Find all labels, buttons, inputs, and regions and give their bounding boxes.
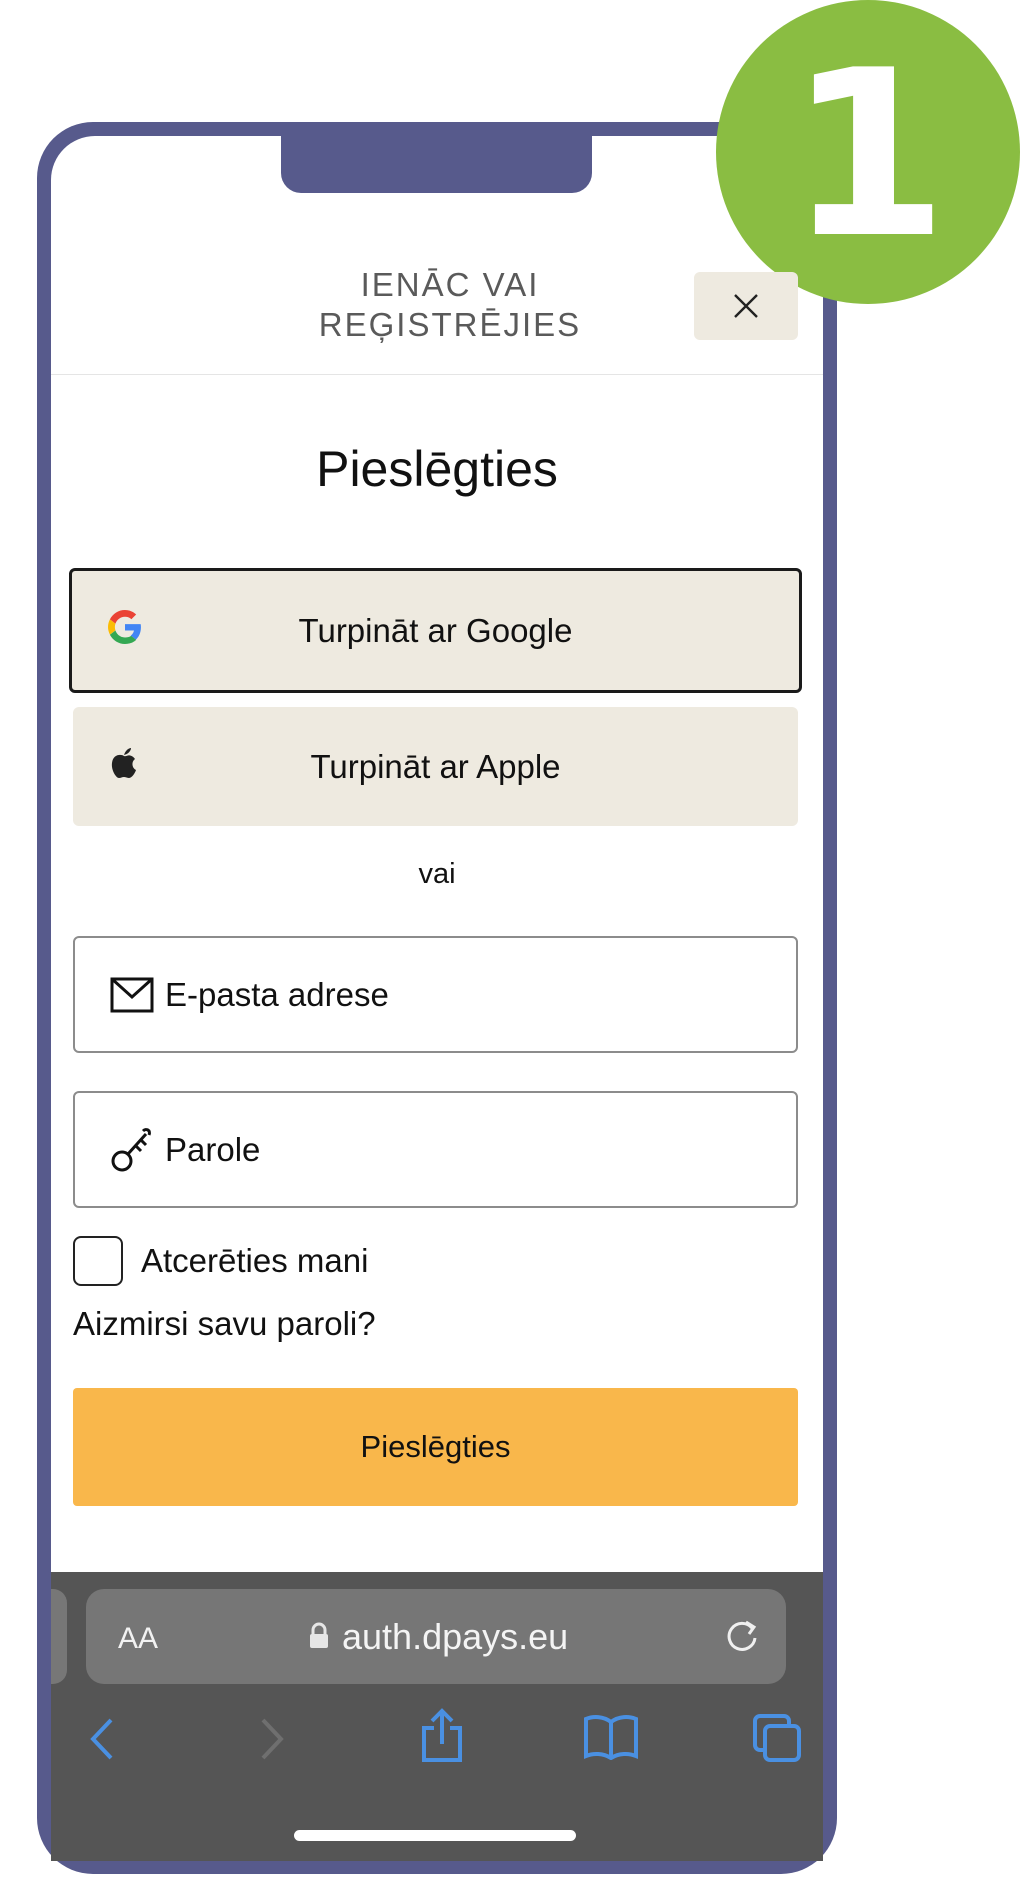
bookmarks-icon[interactable] bbox=[583, 1714, 639, 1760]
google-icon bbox=[108, 609, 142, 652]
remember-me-checkbox[interactable] bbox=[73, 1236, 123, 1286]
key-icon bbox=[109, 1127, 155, 1173]
page-title: Pieslēgties bbox=[316, 441, 558, 497]
apple-signin-button[interactable]: Turpināt ar Apple bbox=[73, 707, 798, 826]
or-divider: vai bbox=[418, 858, 456, 890]
address-bar[interactable]: AA auth.dpays.eu bbox=[86, 1589, 786, 1684]
password-input[interactable] bbox=[165, 1130, 725, 1169]
submit-login-button[interactable]: Pieslēgties bbox=[73, 1388, 798, 1506]
phone-notch bbox=[281, 122, 592, 193]
url-text: auth.dpays.eu bbox=[342, 1616, 569, 1657]
close-button[interactable] bbox=[694, 272, 798, 340]
reload-icon[interactable] bbox=[722, 1616, 762, 1661]
email-input[interactable] bbox=[165, 975, 725, 1014]
step-badge: 1 bbox=[716, 0, 1020, 304]
browser-toolbar: AA auth.dpays.eu bbox=[51, 1572, 823, 1861]
apple-icon bbox=[109, 746, 139, 788]
header-divider bbox=[51, 374, 823, 375]
forward-icon[interactable] bbox=[257, 1716, 287, 1762]
share-icon[interactable] bbox=[419, 1708, 465, 1764]
tabs-icon[interactable] bbox=[751, 1712, 803, 1764]
header-title-line1: IENĀC VAI bbox=[360, 266, 540, 303]
step-number: 1 bbox=[787, 22, 949, 289]
google-signin-label: Turpināt ar Google bbox=[298, 611, 573, 649]
header-title: IENĀC VAI REĢISTRĒJIES bbox=[240, 265, 660, 345]
email-field[interactable] bbox=[73, 936, 798, 1053]
lock-icon bbox=[308, 1622, 330, 1655]
apple-signin-label: Turpināt ar Apple bbox=[310, 747, 561, 785]
google-signin-button[interactable]: Turpināt ar Google bbox=[69, 568, 802, 693]
password-field[interactable] bbox=[73, 1091, 798, 1208]
header-title-line2: REĢISTRĒJIES bbox=[318, 306, 582, 343]
remember-me-label[interactable]: Atcerēties mani bbox=[141, 1242, 368, 1280]
home-indicator[interactable] bbox=[294, 1830, 576, 1841]
previous-tab-stub[interactable] bbox=[51, 1589, 67, 1684]
close-icon bbox=[734, 294, 758, 318]
forgot-password-link[interactable]: Aizmirsi savu paroli? bbox=[73, 1305, 376, 1343]
text-size-button[interactable]: AA bbox=[118, 1622, 158, 1656]
envelope-icon bbox=[109, 977, 155, 1013]
back-icon[interactable] bbox=[87, 1716, 117, 1762]
